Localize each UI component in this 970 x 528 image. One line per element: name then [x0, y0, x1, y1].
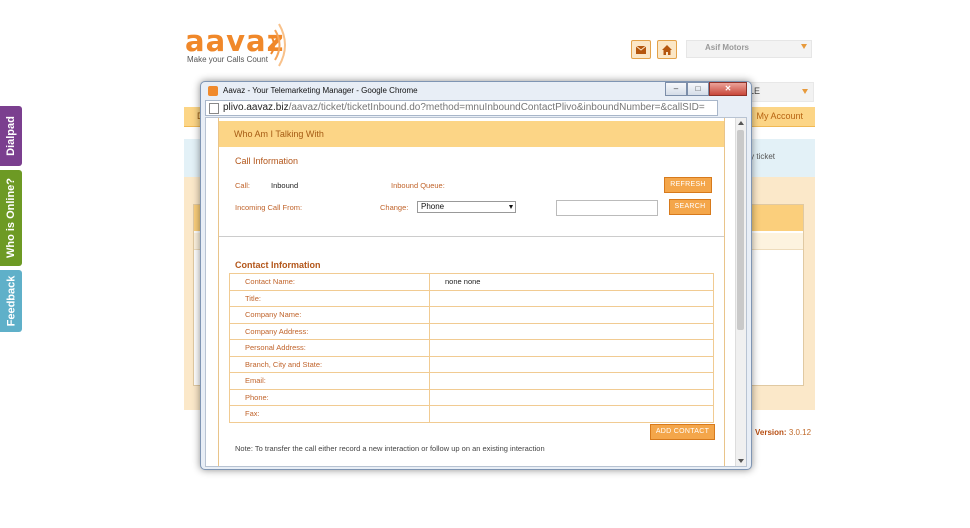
contact-field-label: Company Address: [229, 322, 430, 340]
call-label: Call: [235, 181, 251, 190]
contact-field-value [429, 405, 714, 423]
dialpad-tab-label: Dialpad [5, 116, 18, 156]
address-url: plivo.aavaz.biz/aavaz/ticket/ticketInbou… [223, 102, 705, 113]
scroll-down-icon[interactable] [738, 459, 744, 463]
refresh-button[interactable]: REFRESH [664, 177, 712, 193]
add-contact-button[interactable]: ADD CONTACT [650, 424, 715, 440]
contact-table: Contact Name: none none Title: Company Name… [229, 273, 714, 423]
nav-item-my-account[interactable]: My Account [756, 111, 803, 121]
contact-field-value [429, 388, 714, 406]
scroll-up-icon[interactable] [738, 121, 744, 125]
version-label: Version: [755, 428, 787, 437]
search-input[interactable] [556, 200, 658, 216]
version-info: Version: 3.0.12 [755, 428, 811, 437]
inbound-ticket-page: Who Am I Talking With Call Information C… [218, 118, 725, 466]
mail-button[interactable] [631, 40, 651, 59]
logo-tagline: Make your Calls Count [187, 55, 268, 64]
company-select-value: Asif Motors [705, 43, 749, 52]
contact-field-value [429, 355, 714, 373]
chevron-down-icon [509, 205, 513, 209]
vertical-scrollbar[interactable] [735, 118, 746, 466]
table-row: Contact Name: none none [229, 273, 714, 291]
inbound-queue-label: Inbound Queue: [391, 181, 445, 190]
contact-field-label: Email: [229, 372, 430, 390]
minimize-button[interactable]: – [665, 82, 687, 96]
home-icon [662, 44, 672, 55]
contact-field-label: Personal Address: [229, 339, 430, 357]
section-divider [219, 236, 724, 237]
section-title: Who Am I Talking With [234, 129, 324, 139]
info-band-text[interactable]: y ticket [750, 152, 775, 161]
feedback-tab[interactable]: Feedback [0, 270, 22, 332]
who-is-online-tab-label: Who is Online? [5, 177, 17, 259]
window-titlebar[interactable]: Aavaz - Your Telemarketing Manager - Goo… [205, 83, 605, 97]
company-select[interactable]: Asif Motors [686, 40, 812, 58]
window-title: Aavaz - Your Telemarketing Manager - Goo… [223, 86, 418, 95]
who-is-online-tab[interactable]: Who is Online? [0, 170, 22, 266]
logo-waves-icon [270, 23, 286, 67]
contact-field-value [429, 372, 714, 390]
contact-field-label: Contact Name: [229, 273, 430, 291]
contact-field-label: Title: [229, 289, 430, 307]
contact-field-value [429, 339, 714, 357]
change-select[interactable]: Phone [417, 201, 516, 213]
url-path: /aavaz/ticket/ticketInbound.do?method=mn… [288, 102, 705, 113]
version-value: 3.0.12 [788, 428, 812, 437]
table-row: Fax: [229, 405, 714, 423]
transfer-note: Note: To transfer the call either record… [235, 444, 545, 453]
chevron-down-icon [801, 44, 807, 49]
contact-field-value [429, 322, 714, 340]
address-bar[interactable]: plivo.aavaz.biz/aavaz/ticket/ticketInbou… [205, 100, 718, 116]
search-button[interactable]: SEARCH [669, 199, 711, 215]
table-row: Phone: [229, 388, 714, 406]
contact-field-value [429, 289, 714, 307]
contact-field-value: none none [429, 273, 714, 291]
call-value: Inbound [271, 181, 299, 190]
change-select-value: Phone [421, 202, 445, 211]
call-information-heading: Call Information [235, 156, 299, 166]
dialpad-tab[interactable]: Dialpad [0, 106, 22, 166]
incoming-call-from-label: Incoming Call From: [235, 203, 303, 212]
table-row: Branch, City and State: [229, 355, 714, 373]
page-icon [209, 103, 219, 114]
contact-field-value [429, 306, 714, 324]
chevron-down-icon [802, 89, 808, 94]
page-viewport: Who Am I Talking With Call Information C… [205, 117, 747, 467]
table-row: Personal Address: [229, 339, 714, 357]
table-row: Title: [229, 289, 714, 307]
table-row: Email: [229, 372, 714, 390]
contact-field-label: Company Name: [229, 306, 430, 324]
contact-field-label: Branch, City and State: [229, 355, 430, 373]
table-row: Company Address: [229, 322, 714, 340]
maximize-button[interactable]: □ [687, 82, 709, 96]
table-row: Company Name: [229, 306, 714, 324]
aavaz-logo[interactable]: aavaz Make your Calls Count [185, 22, 295, 70]
feedback-tab-label: Feedback [5, 275, 17, 327]
popup-window: Aavaz - Your Telemarketing Manager - Goo… [200, 81, 752, 470]
scrollbar-thumb[interactable] [737, 130, 744, 330]
change-label: Change: [380, 203, 409, 212]
close-button[interactable]: ✕ [709, 82, 747, 96]
favicon-icon [208, 86, 218, 96]
window-controls: – □ ✕ [665, 82, 747, 96]
contact-field-label: Fax: [229, 405, 430, 423]
contact-information-heading: Contact Information [235, 260, 321, 270]
url-host: plivo.aavaz.biz [223, 102, 289, 113]
section-header: Who Am I Talking With [219, 121, 724, 147]
contact-field-label: Phone: [229, 388, 430, 406]
home-button[interactable] [657, 40, 677, 59]
mail-icon [636, 45, 646, 54]
